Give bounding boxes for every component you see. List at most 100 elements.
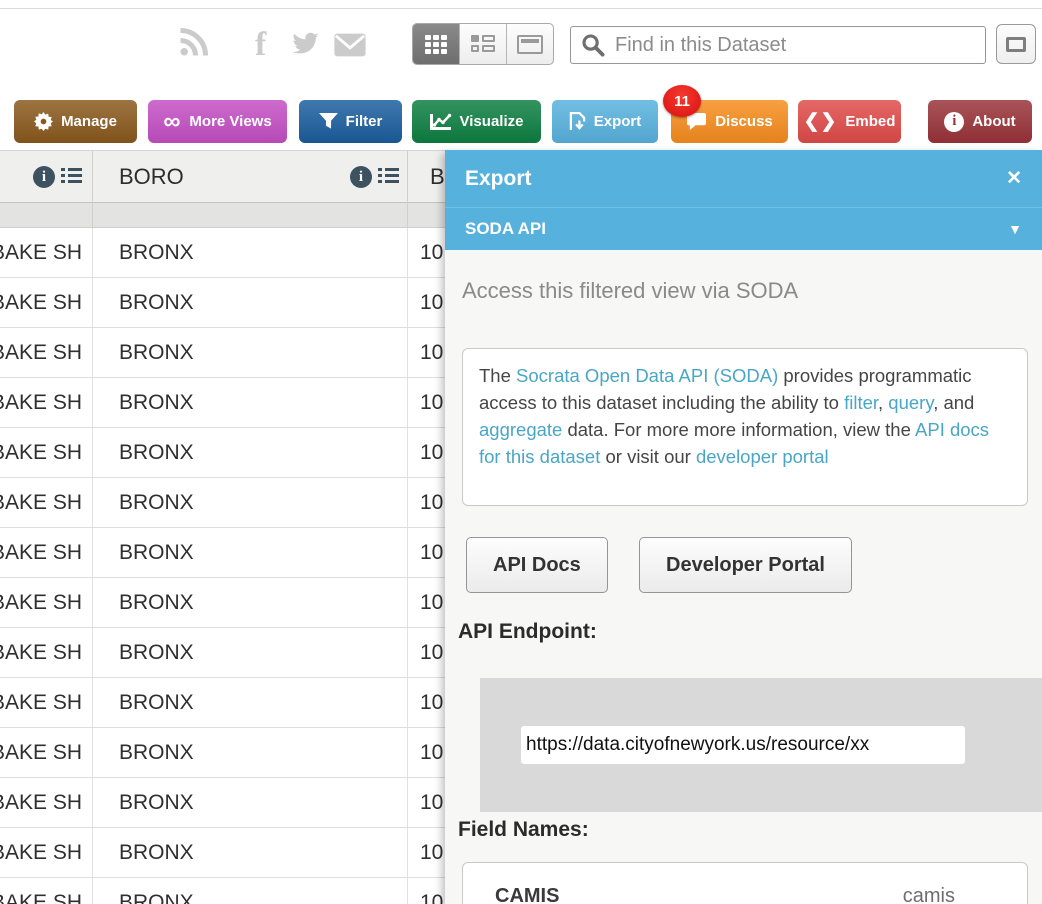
table-row[interactable]: BAKE SH BRONX 10 — [0, 428, 470, 478]
cell-dba[interactable]: BAKE SH — [0, 678, 93, 727]
twitter-icon[interactable] — [292, 32, 320, 56]
cell-dba[interactable]: BAKE SH — [0, 478, 93, 527]
close-icon[interactable]: ✕ — [1006, 167, 1022, 190]
table-view-toggle[interactable] — [413, 24, 460, 64]
filter-button[interactable]: Filter — [299, 100, 402, 143]
column-title: B — [430, 164, 445, 190]
envelope-icon — [333, 32, 367, 58]
table-row[interactable]: BAKE SH BRONX 10 — [0, 878, 470, 904]
search-input[interactable] — [615, 34, 985, 57]
cell-boro[interactable]: BRONX — [93, 878, 408, 904]
soda-info-segment: or visit our — [600, 446, 696, 467]
cell-dba[interactable]: BAKE SH — [0, 328, 93, 377]
section-label: SODA API — [465, 219, 546, 239]
cell-dba[interactable]: BAKE SH — [0, 378, 93, 427]
table-row[interactable]: BAKE SH BRONX 10 — [0, 828, 470, 878]
twitter-bird-icon — [292, 32, 320, 56]
cell-boro[interactable]: BRONX — [93, 728, 408, 777]
cell-boro[interactable]: BRONX — [93, 828, 408, 877]
table-row[interactable]: BAKE SH BRONX 10 — [0, 478, 470, 528]
soda-info-link[interactable]: query — [888, 392, 933, 413]
table-row[interactable]: BAKE SH BRONX 10 — [0, 528, 470, 578]
cell-boro[interactable]: BRONX — [93, 328, 408, 377]
export-panel-header: Export ✕ — [445, 150, 1042, 207]
page-view-toggle[interactable] — [507, 24, 553, 64]
email-icon[interactable] — [333, 32, 367, 58]
cell-dba[interactable]: BAKE SH — [0, 878, 93, 904]
soda-info-segment: The — [479, 365, 516, 386]
visualize-button[interactable]: Visualize — [412, 100, 541, 143]
soda-info-link[interactable]: filter — [844, 392, 878, 413]
soda-info-link[interactable]: Socrata Open Data API (SODA) — [516, 365, 778, 386]
discuss-count-badge: 11 — [663, 85, 701, 117]
cell-boro[interactable]: BRONX — [93, 278, 408, 327]
cell-boro[interactable]: BRONX — [93, 578, 408, 627]
table-row[interactable]: BAKE SH BRONX 10 — [0, 378, 470, 428]
soda-info-link[interactable]: aggregate — [479, 419, 562, 440]
fullscreen-button[interactable] — [996, 24, 1036, 64]
developer-portal-button[interactable]: Developer Portal — [639, 537, 852, 593]
rich-list-view-toggle[interactable] — [460, 24, 507, 64]
filter-label: Filter — [346, 113, 383, 130]
cell-dba[interactable]: BAKE SH — [0, 728, 93, 777]
about-button[interactable]: i About — [928, 100, 1032, 143]
cell-boro[interactable]: BRONX — [93, 478, 408, 527]
more-views-button[interactable]: ∞ More Views — [148, 100, 287, 143]
rss-icon[interactable] — [178, 28, 208, 58]
api-endpoint-label: API Endpoint: — [458, 620, 597, 644]
api-endpoint-input[interactable] — [521, 726, 965, 764]
table-row[interactable]: BAKE SH BRONX 10 — [0, 328, 470, 378]
soda-info-link[interactable]: developer portal — [696, 446, 829, 467]
cell-boro[interactable]: BRONX — [93, 778, 408, 827]
cell-boro[interactable]: BRONX — [93, 628, 408, 677]
embed-button[interactable]: ❮❯ Embed — [798, 100, 901, 143]
cell-dba[interactable]: BAKE SH — [0, 278, 93, 327]
find-in-dataset-search[interactable] — [570, 26, 986, 64]
export-button[interactable]: Export — [549, 97, 661, 146]
manage-button[interactable]: Manage — [14, 100, 137, 143]
table-row[interactable]: BAKE SH BRONX 10 — [0, 728, 470, 778]
column-header-boro[interactable]: BORO i — [93, 151, 408, 203]
cell-boro[interactable]: BRONX — [93, 378, 408, 427]
column-info-icon[interactable]: i — [33, 166, 55, 188]
cell-dba[interactable]: BAKE SH — [0, 578, 93, 627]
table-row[interactable]: BAKE SH BRONX 10 — [0, 278, 470, 328]
page-view-icon — [517, 35, 543, 54]
table-row[interactable]: BAKE SH BRONX 10 — [0, 228, 470, 278]
fullscreen-icon — [1006, 37, 1026, 52]
field-rows: CAMIScamis — [463, 863, 1027, 904]
soda-info-text: The Socrata Open Data API (SODA) provide… — [479, 365, 989, 467]
dataset-page: f — [0, 0, 1042, 904]
cell-boro[interactable]: BRONX — [93, 678, 408, 727]
chart-icon — [430, 113, 452, 131]
cell-dba[interactable]: BAKE SH — [0, 628, 93, 677]
table-row[interactable]: BAKE SH BRONX 10 — [0, 778, 470, 828]
column-info-icon[interactable]: i — [350, 166, 372, 188]
soda-api-section-header[interactable]: SODA API ▼ — [445, 207, 1042, 250]
view-toggle-group — [412, 23, 554, 65]
cell-dba[interactable]: BAKE SH — [0, 778, 93, 827]
facebook-icon[interactable]: f — [255, 26, 266, 64]
cell-dba[interactable]: BAKE SH — [0, 228, 93, 277]
chevron-down-icon[interactable]: ▼ — [1008, 221, 1022, 237]
cell-boro[interactable]: BRONX — [93, 528, 408, 577]
cell-boro[interactable]: BRONX — [93, 428, 408, 477]
search-icon — [581, 33, 605, 57]
cell-boro[interactable]: BRONX — [93, 228, 408, 277]
column-header-dba[interactable]: i — [0, 151, 93, 203]
table-header-row: i BORO i B — [0, 150, 470, 203]
table-row[interactable]: BAKE SH BRONX 10 — [0, 628, 470, 678]
column-menu-icon[interactable] — [61, 168, 82, 186]
cell-dba[interactable]: BAKE SH — [0, 428, 93, 477]
export-document-icon — [569, 112, 586, 131]
table-blank-row — [0, 203, 470, 228]
gear-icon — [34, 112, 53, 131]
cell-dba[interactable]: BAKE SH — [0, 528, 93, 577]
field-names-box: CAMIScamis — [462, 862, 1028, 904]
table-row[interactable]: BAKE SH BRONX 10 — [0, 578, 470, 628]
api-docs-button[interactable]: API Docs — [466, 537, 608, 593]
field-key: camis — [903, 885, 1011, 904]
column-menu-icon[interactable] — [378, 168, 399, 186]
table-row[interactable]: BAKE SH BRONX 10 — [0, 678, 470, 728]
cell-dba[interactable]: BAKE SH — [0, 828, 93, 877]
